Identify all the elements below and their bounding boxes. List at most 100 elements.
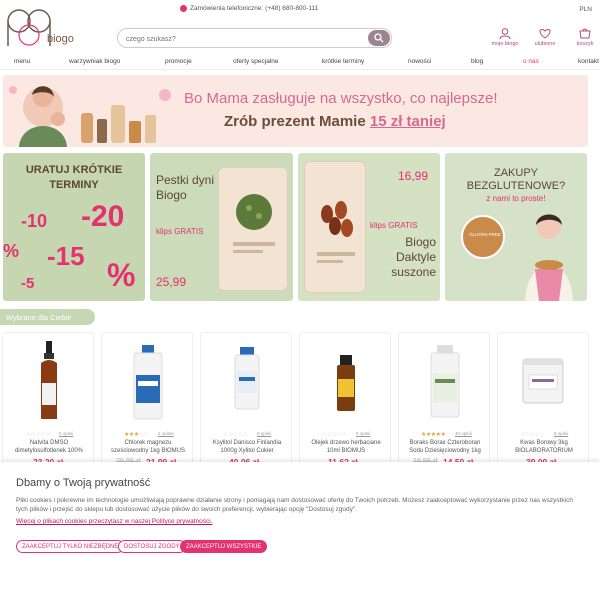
percent-sign-big: % [107, 257, 136, 293]
mother-illustration-icon [9, 86, 171, 147]
nav-blog[interactable]: blog [471, 58, 483, 65]
product-name[interactable]: Olejek drzewo herbaciane 10ml BIOMUS [304, 440, 388, 455]
nav-o-nas[interactable]: o nas [523, 58, 539, 65]
cookie-title: Dbamy o Twoją prywatność [16, 477, 151, 489]
dates-pouch-icon [304, 161, 366, 293]
logo-text: biogo [47, 33, 74, 45]
opinions-link[interactable]: 2 opinie [158, 431, 174, 436]
opinions-link[interactable]: 0 opinii [257, 431, 271, 436]
tile-short-dates-title: URATUJ KRÓTKIE TERMINY [25, 164, 123, 191]
dmso-bottle-icon [41, 341, 57, 419]
cart-icon [579, 28, 591, 39]
tile-dates-price: 16,99 [398, 169, 429, 183]
tile-pumpkin-title: Pestki dyni Biogo [156, 173, 215, 202]
phone-text: Zamówienia telefoniczne: (+48) 680-800-1… [190, 5, 319, 12]
gluten-free-seal-text: GLUTEN FREE [469, 232, 501, 237]
cookie-text: Pliki cookies i pokrewne im technologie … [16, 497, 573, 513]
accept-necessary-button[interactable]: ZAAKCEPTUJ TYLKO NIEZBĘDNE [16, 540, 125, 553]
product-name[interactable]: Chlorek magnezu sześciowodny 1kg BIOMUS [106, 440, 190, 455]
hero-subline-text: Zrób prezent Mamie [224, 113, 366, 130]
product-card[interactable]: ★★★☆☆ 2 opinie Chlorek magnezu sześciowo… [101, 332, 193, 472]
nav-promocje[interactable]: promocje [165, 58, 192, 65]
header: biogo Zamówienia telefoniczne: (+48) 680… [0, 0, 600, 56]
tea-tree-oil-bottle-icon [337, 355, 355, 411]
accept-all-button[interactable]: ZAAKCEPTUJ WSZYSTKIE [180, 540, 268, 553]
rating-stars: ☆☆☆☆☆ [520, 432, 545, 438]
header-icons: moje biogo ulubione koszyk [490, 28, 600, 47]
nav-kontakt[interactable]: kontakt [578, 58, 599, 65]
hero-subline: Zrób prezent Mamie 15 zł taniej [224, 113, 446, 130]
tile-pumpkin-price: 25,99 [156, 275, 187, 289]
gluten-free-seal-icon: GLUTEN FREE [461, 215, 505, 259]
currency-selector[interactable]: PLN [579, 6, 592, 13]
nav-krotkie-terminy[interactable]: krótkie terminy [322, 58, 364, 65]
cart-label: koszyk [576, 41, 594, 47]
rating-stars: ☆☆☆☆☆ [322, 432, 347, 438]
discount-20: -20 [81, 200, 125, 233]
nav-menu[interactable]: menu [14, 58, 30, 65]
product-card[interactable]: ☆☆☆☆☆ 0 opinii Kwas Borowy 3kg BIOLABORA… [497, 332, 589, 472]
product-name[interactable]: Ksylitol Danisco Finlandia 1000g Xylitol… [205, 440, 289, 455]
nav-oferty[interactable]: oferty specjalne [233, 58, 279, 65]
main-nav: menu warzywniak biogo promocje oferty sp… [0, 56, 600, 70]
opinions-link[interactable]: 40 opinii [455, 431, 472, 436]
search-button[interactable] [368, 30, 390, 46]
product-name[interactable]: Boraks Borax Czteroboran Sodu Dziesięcio… [403, 440, 487, 455]
cart-button[interactable]: koszyk [570, 28, 600, 47]
tile-pumpkin-clip: klips GRATIS [156, 227, 204, 236]
privacy-policy-link[interactable]: Więcej o plikach cookies przeczytasz w n… [16, 518, 213, 525]
woman-illustration-icon [525, 214, 573, 301]
tile-gluten-title: ZAKUPY BEZGLUTENOWE? [466, 167, 566, 192]
product-card[interactable]: ☆☆☆☆☆ 0 opinii Natvita DMSO dimetylosulf… [2, 332, 94, 472]
account-button[interactable]: moje biogo [490, 28, 520, 47]
search-bar [117, 28, 392, 48]
account-label: moje biogo [491, 41, 519, 47]
phone-icon [180, 5, 187, 12]
promo-tile-pumpkin-seeds[interactable]: Pestki dyni Biogo klips GRATIS 25,99 [150, 153, 293, 301]
tile-dates-title: Biogo Daktyle suszone [391, 235, 436, 279]
promo-tile-gluten-free[interactable]: ZAKUPY BEZGLUTENOWE? z nami to proste! G… [445, 153, 587, 301]
product-card[interactable]: ★★★★★ 40 opinii Boraks Borax Czteroboran… [398, 332, 490, 472]
customize-consent-button[interactable]: DOSTOSUJ ZGODY [118, 540, 186, 553]
cookie-consent-panel: Dbamy o Twoją prywatność Pliki cookies i… [0, 462, 600, 600]
rating-stars: ☆☆☆☆☆ [25, 432, 50, 438]
boric-acid-bucket-icon [522, 358, 564, 404]
discount-10: -10 [21, 211, 48, 231]
product-name[interactable]: Kwas Borowy 3kg BIOLABORATORIUM [502, 440, 586, 455]
tile-dates-clip: klips GRATIS [370, 221, 418, 230]
discount-5: -5 [21, 275, 35, 292]
hero-headline: Bo Mama zasługuje na wszystko, co najlep… [184, 90, 498, 107]
discount-15: -15 [47, 241, 85, 271]
product-card[interactable]: ☆☆☆☆☆ 0 opinii Ksylitol Danisco Finlandi… [200, 332, 292, 472]
rating-stars: ☆☆☆☆☆ [223, 432, 248, 438]
favorites-label: ulubione [534, 41, 556, 47]
search-icon [374, 33, 384, 43]
hero-banner[interactable]: Bo Mama zasługuje na wszystko, co najlep… [3, 75, 588, 147]
rating-stars: ★★★☆☆ [124, 432, 149, 438]
nav-warzywniak[interactable]: warzywniak biogo [69, 58, 120, 65]
percent-sign-small: % [3, 241, 20, 261]
phone-contact[interactable]: Zamówienia telefoniczne: (+48) 680-800-1… [180, 5, 318, 12]
heart-icon [539, 29, 551, 39]
user-icon [499, 28, 511, 39]
opinions-link[interactable]: 0 opinii [59, 431, 73, 436]
section-title-text: Wybrane dla Ciebie [6, 313, 72, 322]
product-card[interactable]: ☆☆☆☆☆ 0 opinii Olejek drzewo herbaciane … [299, 332, 391, 472]
promo-tile-short-dates[interactable]: URATUJ KRÓTKIE TERMINY -10 -20 -15 -5 % … [3, 153, 145, 301]
magnesium-container-icon [133, 345, 163, 420]
borax-container-icon [430, 345, 460, 418]
rating-stars: ★★★★★ [421, 432, 446, 438]
opinions-link[interactable]: 0 opinii [554, 431, 568, 436]
favorites-button[interactable]: ulubione [530, 28, 560, 47]
xylitol-jar-icon [234, 347, 260, 410]
product-name[interactable]: Natvita DMSO dimetylosulfotlenek 100% [7, 440, 91, 455]
tile-gluten-subtitle: z nami to proste! [486, 194, 546, 203]
promo-tile-dates[interactable]: 16,99 klips GRATIS Biogo Daktyle suszone [298, 153, 440, 301]
pumpkin-seeds-pouch-icon [218, 167, 288, 291]
nav-nowosci[interactable]: nowości [408, 58, 431, 65]
page: biogo Zamówienia telefoniczne: (+48) 680… [0, 0, 600, 600]
section-title: Wybrane dla Ciebie [0, 309, 95, 325]
search-input[interactable] [126, 33, 366, 45]
opinions-link[interactable]: 0 opinii [356, 431, 370, 436]
hero-discount: 15 zł taniej [369, 113, 446, 130]
